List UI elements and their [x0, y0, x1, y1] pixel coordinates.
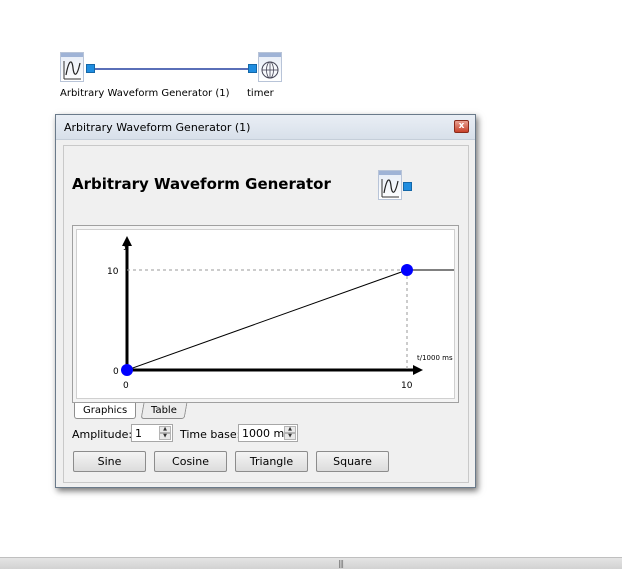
- time-base-value: 1000 ms: [242, 427, 290, 440]
- dialog-titlebar[interactable]: Arbitrary Waveform Generator (1) x: [56, 115, 475, 140]
- input-port[interactable]: [248, 64, 257, 73]
- waveform-dialog: Arbitrary Waveform Generator (1) x Arbit…: [55, 114, 476, 488]
- waveform-point: [401, 264, 413, 276]
- increase-icon[interactable]: ▲: [284, 426, 296, 433]
- block-label: Arbitrary Waveform Generator (1): [60, 88, 230, 99]
- square-button[interactable]: Square: [316, 451, 389, 472]
- waveform-point: [121, 364, 133, 376]
- tab-table[interactable]: Table: [140, 403, 188, 419]
- graph-canvas[interactable]: y 10 0 0 10 t/1000 ms: [76, 229, 455, 399]
- output-port[interactable]: [86, 64, 95, 73]
- dialog-heading: Arbitrary Waveform Generator: [72, 175, 331, 193]
- time-base-stepper[interactable]: 1000 ms ▲ ▼: [238, 424, 298, 442]
- horizontal-scrollbar[interactable]: |||: [0, 557, 622, 569]
- decrease-icon[interactable]: ▼: [284, 433, 296, 440]
- tab-graphics[interactable]: Graphics: [74, 403, 137, 419]
- close-button[interactable]: x: [454, 120, 469, 133]
- connection-link[interactable]: [95, 68, 249, 70]
- triangle-button[interactable]: Triangle: [235, 451, 308, 472]
- decrease-icon[interactable]: ▼: [159, 433, 171, 440]
- cosine-button[interactable]: Cosine: [154, 451, 227, 472]
- x-tick-zero: 0: [123, 381, 129, 391]
- dialog-title: Arbitrary Waveform Generator (1): [64, 121, 251, 134]
- y-axis-label: y: [123, 241, 129, 251]
- waveform-graph: y 10 0 0 10 t/1000 ms: [72, 225, 459, 403]
- amplitude-value: 1: [135, 427, 142, 440]
- heading-port: [403, 182, 412, 191]
- waveform-icon[interactable]: [60, 52, 84, 82]
- block-label: timer: [247, 88, 274, 99]
- scroll-grip-icon[interactable]: |||: [338, 559, 344, 568]
- y-tick-zero: 0: [113, 367, 119, 377]
- amplitude-stepper[interactable]: 1 ▲ ▼: [131, 424, 173, 442]
- x-tick-max: 10: [401, 381, 413, 391]
- time-base-label: Time base:: [180, 428, 241, 441]
- globe-icon[interactable]: [258, 52, 282, 82]
- heading-waveform-icon: [378, 170, 402, 200]
- increase-icon[interactable]: ▲: [159, 426, 171, 433]
- y-tick-max: 10: [107, 267, 119, 277]
- close-icon: x: [458, 121, 465, 131]
- amplitude-label: Amplitude:: [72, 428, 133, 441]
- sine-button[interactable]: Sine: [73, 451, 146, 472]
- x-axis-label: t/1000 ms: [417, 354, 453, 362]
